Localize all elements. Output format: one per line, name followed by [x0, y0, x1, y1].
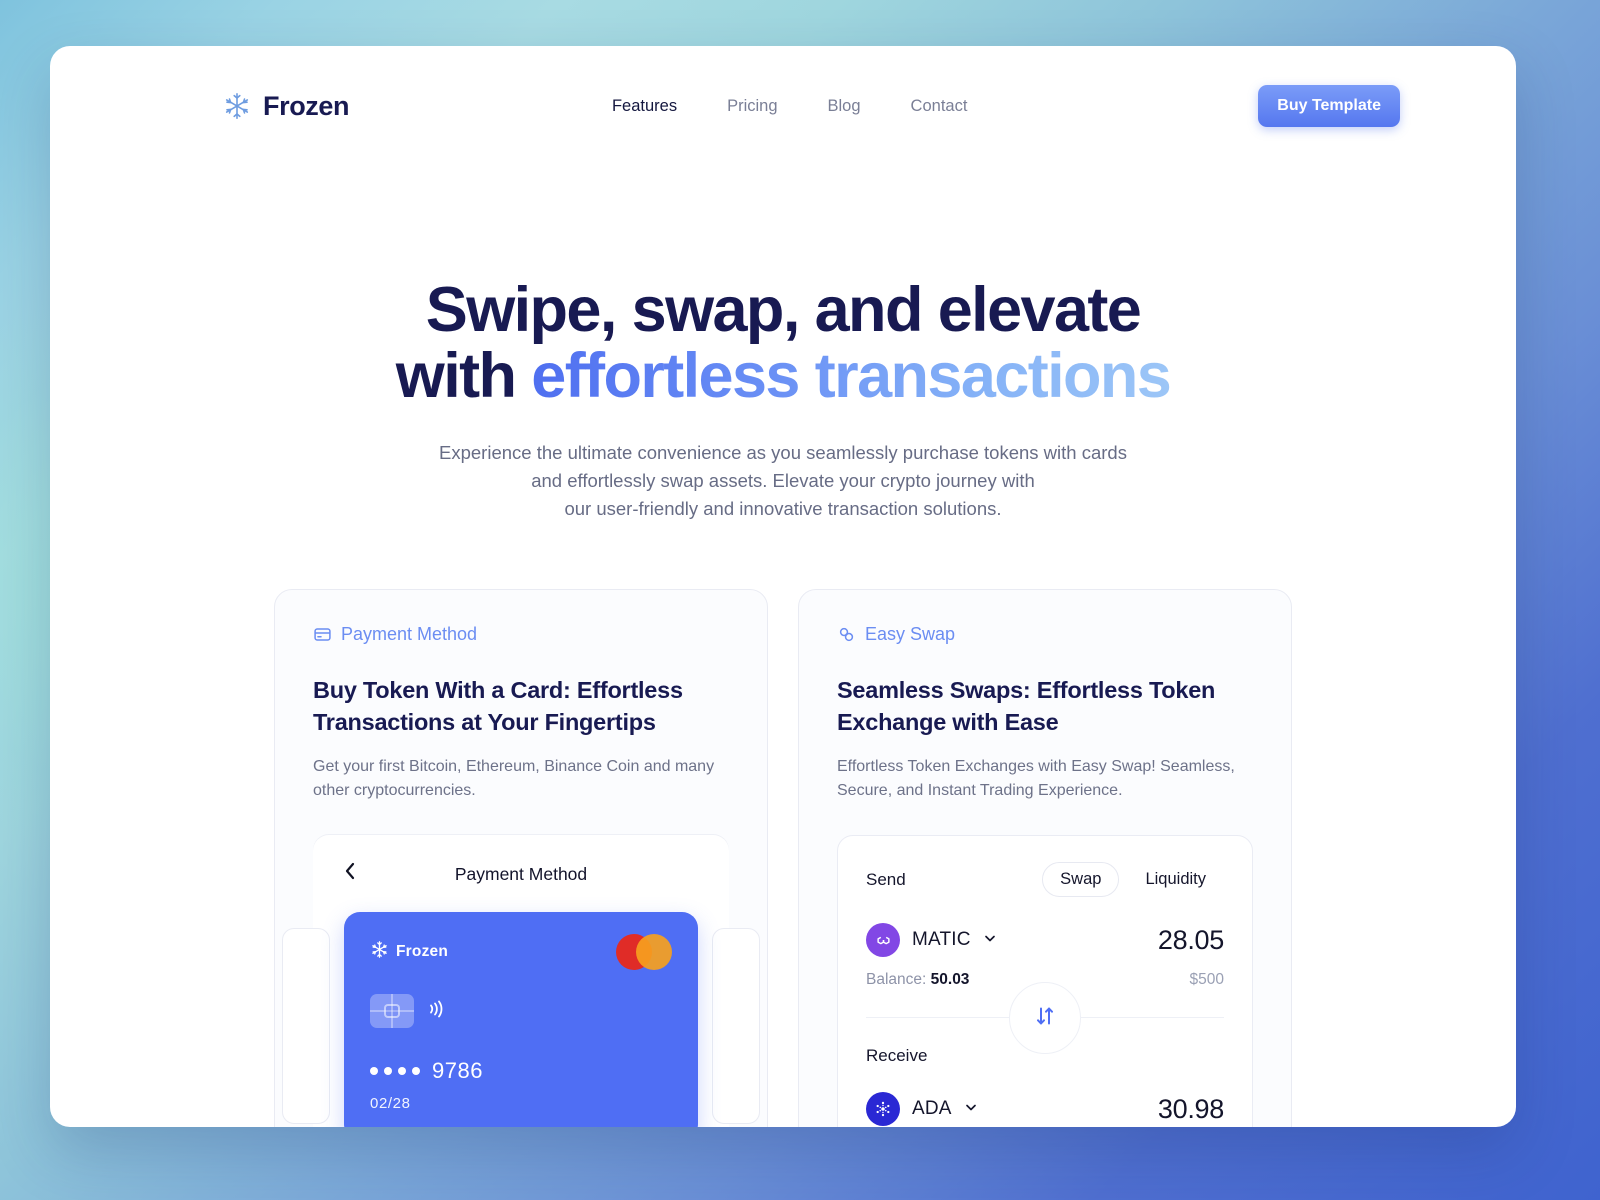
hero-subtitle-line2: and effortlessly swap assets. Elevate yo… [531, 470, 1035, 492]
feature-title-line1: Buy Token With a Card: Effortless [313, 677, 683, 704]
feature-desc-line2: Secure, and Instant Trading Experience. [837, 782, 1123, 800]
chevron-left-icon[interactable] [343, 861, 357, 885]
feature-desc-line1: Effortless Token Exchanges with Easy Swa… [837, 758, 1235, 776]
receive-token-selector[interactable]: ADA [866, 1092, 978, 1127]
brand-name: Frozen [263, 90, 350, 121]
receive-token-row: ADA 30.98 [866, 1092, 1224, 1127]
send-fiat-value: $500 [1189, 971, 1224, 989]
polygon-icon [866, 923, 900, 958]
feature-eyebrow-label: Payment Method [341, 624, 478, 645]
feature-eyebrow-label: Easy Swap [865, 624, 956, 645]
receive-token-symbol: ADA [912, 1098, 952, 1120]
credit-card-number: 9786 [370, 1058, 483, 1084]
feature-title-payment: Buy Token With a Card: Effortless Transa… [313, 675, 729, 739]
receive-token-amount: 30.98 [1157, 1093, 1224, 1124]
carousel-card-next[interactable] [712, 928, 760, 1125]
hero-section: Swipe, swap, and elevate with effortless… [50, 166, 1516, 523]
mastercard-icon [616, 934, 672, 971]
feature-card-easy-swap: Easy Swap Seamless Swaps: Effortless Tok… [798, 589, 1292, 1127]
swap-direction-button[interactable] [1009, 981, 1081, 1054]
nav-item-blog[interactable]: Blog [828, 97, 861, 116]
tab-swap[interactable]: Swap [1042, 862, 1120, 898]
feature-card-payment-method: Payment Method Buy Token With a Card: Ef… [274, 589, 768, 1127]
nav-item-contact[interactable]: Contact [911, 97, 968, 116]
main-navigation: Features Pricing Blog Contact [612, 97, 967, 116]
credit-card[interactable]: Frozen 9786 02/28 [344, 912, 698, 1127]
chevron-down-icon[interactable] [964, 1100, 978, 1119]
brand-logo[interactable]: Frozen [222, 90, 350, 122]
credit-card-chip-row [370, 994, 672, 1029]
hero-subtitle-line1: Experience the ultimate convenience as y… [439, 442, 1127, 464]
carousel-card-previous[interactable] [282, 928, 330, 1125]
credit-card-icon [313, 625, 332, 644]
send-token-amount: 28.05 [1157, 924, 1224, 955]
feature-eyebrow-payment: Payment Method [313, 624, 729, 645]
swap-tabs: Swap Liquidity [1042, 862, 1224, 898]
swap-send-label: Send [866, 869, 906, 889]
buy-template-button[interactable]: Buy Template [1258, 85, 1400, 127]
swap-mock-header: Send Swap Liquidity [866, 862, 1224, 898]
hero-title-accent: effortless transactions [531, 340, 1172, 411]
send-balance-label: Balance: [866, 971, 927, 989]
nav-item-pricing[interactable]: Pricing [727, 97, 777, 116]
payment-mock-title: Payment Method [454, 863, 588, 884]
payment-mock-header: Payment Method [313, 861, 729, 887]
card-carousel[interactable]: Frozen 9786 02/28 [282, 912, 760, 1127]
chevron-down-icon[interactable] [983, 931, 997, 950]
page-container: Frozen Features Pricing Blog Contact Buy… [50, 46, 1516, 1127]
feature-title-line1: Seamless Swaps: Effortless Token [837, 677, 1216, 704]
credit-card-brand: Frozen [370, 940, 448, 964]
swap-rings-icon [837, 625, 856, 644]
snowflake-icon [222, 91, 252, 121]
feature-desc-swap: Effortless Token Exchanges with Easy Swa… [837, 755, 1253, 803]
send-token-selector[interactable]: MATIC [866, 923, 997, 958]
tab-liquidity[interactable]: Liquidity [1127, 862, 1224, 897]
credit-card-brand-name: Frozen [396, 943, 449, 961]
send-balance-value: 50.03 [930, 971, 970, 989]
masked-digits-icon [370, 1067, 420, 1076]
payment-method-mock: Payment Method Frozen 9786 02/28 [282, 835, 760, 1127]
feature-desc-payment: Get your first Bitcoin, Ethereum, Binanc… [313, 755, 729, 803]
feature-desc-line2: cryptocurrencies. [353, 782, 476, 800]
send-balance: Balance: 50.03 [866, 971, 969, 989]
swap-divider [866, 981, 1224, 1054]
nav-item-features[interactable]: Features [612, 97, 677, 116]
send-token-row: MATIC 28.05 [866, 923, 1224, 958]
hero-title-line1: Swipe, swap, and elevate [425, 275, 1142, 345]
hero-subtitle: Experience the ultimate convenience as y… [50, 439, 1516, 523]
credit-card-expiry: 02/28 [370, 1095, 411, 1113]
hero-subtitle-line3: our user-friendly and innovative transac… [564, 498, 1002, 520]
credit-card-header: Frozen [370, 934, 672, 971]
feature-title-line2: Transactions at Your Fingertips [313, 709, 656, 736]
features-section: Payment Method Buy Token With a Card: Ef… [50, 523, 1516, 1127]
contactless-icon [426, 997, 448, 1026]
hero-title-prefix: with [395, 340, 532, 411]
feature-title-swap: Seamless Swaps: Effortless Token Exchang… [837, 675, 1253, 739]
emv-chip-icon [370, 994, 414, 1029]
site-header: Frozen Features Pricing Blog Contact Buy… [50, 46, 1516, 166]
snowflake-icon [370, 940, 389, 964]
hero-title: Swipe, swap, and elevate with effortless… [50, 275, 1516, 411]
feature-eyebrow-swap: Easy Swap [837, 624, 1253, 645]
send-token-symbol: MATIC [912, 929, 971, 951]
swap-vertical-arrows-icon [1032, 1003, 1058, 1032]
cardano-icon [866, 1092, 900, 1127]
feature-title-line2: Exchange with Ease [837, 709, 1059, 736]
credit-card-last4: 9786 [432, 1058, 483, 1084]
easy-swap-mock: Send Swap Liquidity MATIC 28.05 Balance:… [837, 835, 1253, 1127]
